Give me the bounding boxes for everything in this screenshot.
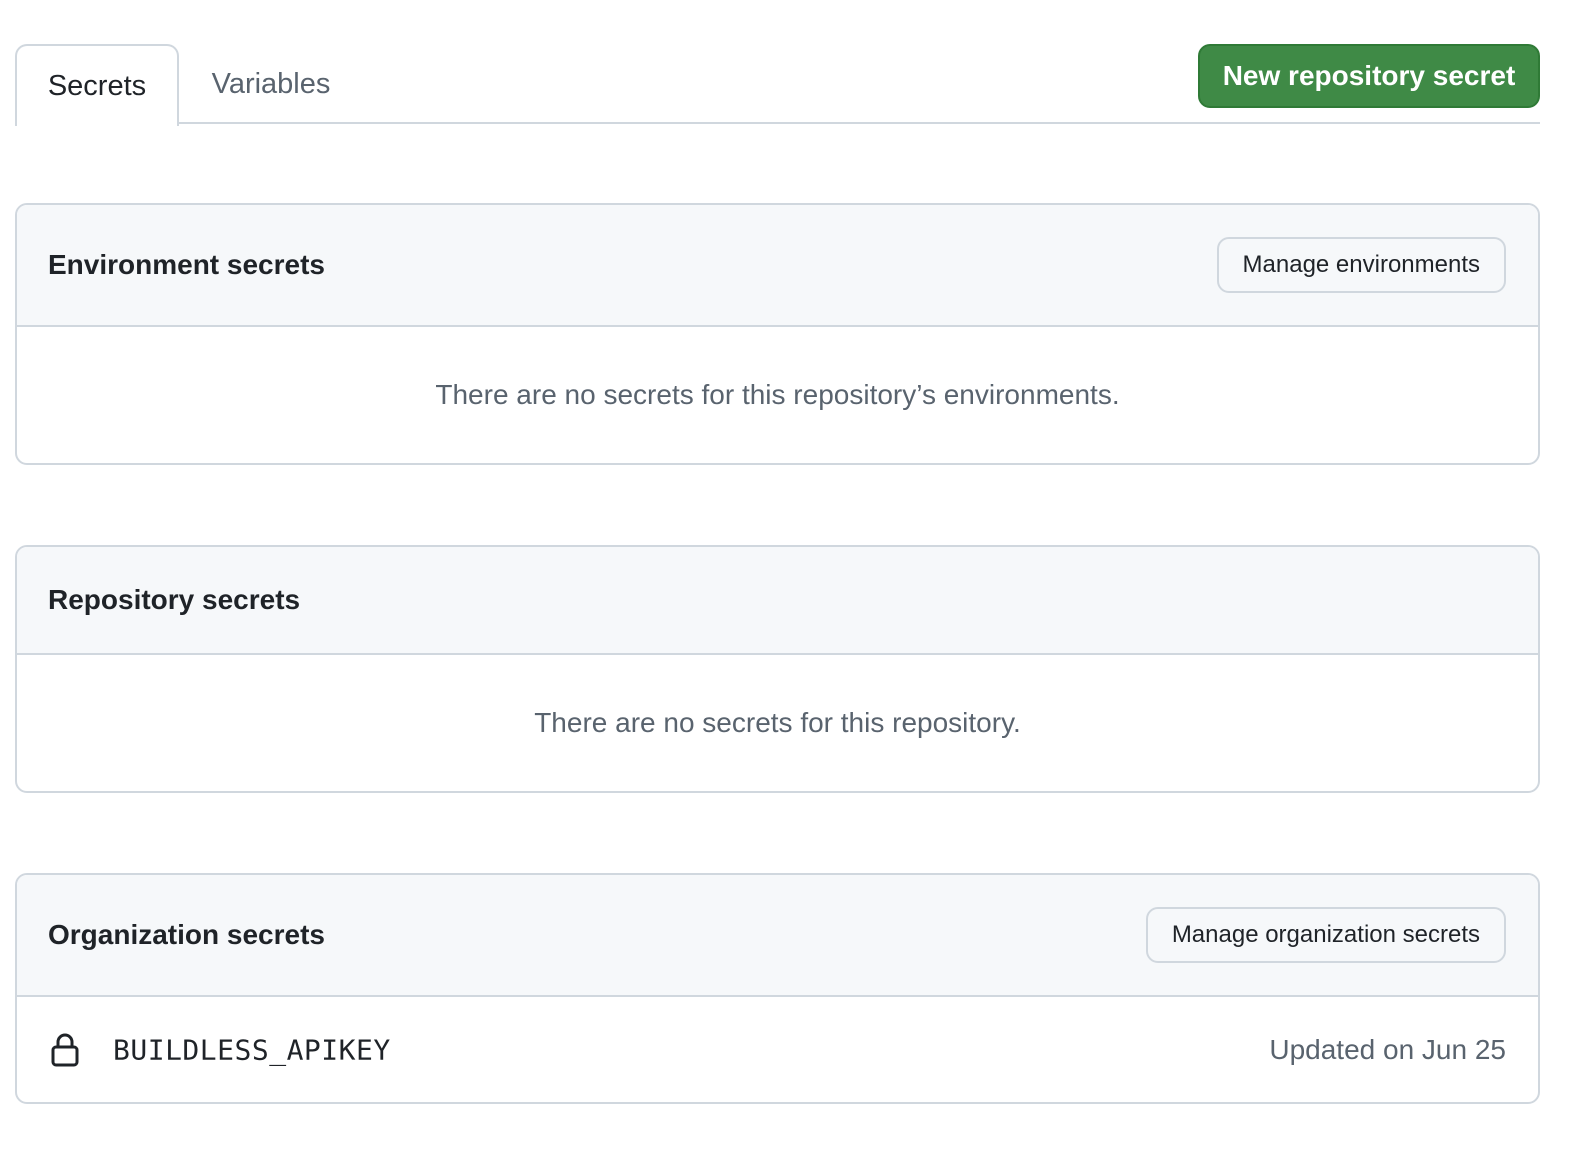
environment-secrets-header: Environment secrets Manage environments: [17, 205, 1538, 327]
repository-secrets-header: Repository secrets: [17, 547, 1538, 655]
organization-secrets-box: Organization secrets Manage organization…: [15, 873, 1540, 1104]
secret-row: BUILDLESS_APIKEY Updated on Jun 25: [17, 997, 1538, 1102]
repository-secrets-box: Repository secrets There are no secrets …: [15, 545, 1540, 793]
tab-variables[interactable]: Variables: [185, 44, 357, 124]
tab-secrets[interactable]: Secrets: [15, 44, 179, 126]
environment-secrets-empty-message: There are no secrets for this repository…: [435, 379, 1120, 410]
lock-icon: [51, 1033, 79, 1066]
secret-name: BUILDLESS_APIKEY: [113, 1033, 391, 1066]
manage-organization-secrets-button[interactable]: Manage organization secrets: [1145, 907, 1506, 963]
environment-secrets-title: Environment secrets: [48, 249, 325, 280]
repository-secrets-empty-message: There are no secrets for this repository…: [534, 707, 1021, 738]
secret-updated-date: Updated on Jun 25: [1269, 1033, 1506, 1065]
manage-environments-button[interactable]: Manage environments: [1216, 237, 1506, 293]
repository-secrets-title: Repository secrets: [48, 584, 301, 615]
organization-secrets-title: Organization secrets: [48, 919, 325, 950]
secrets-page: Secrets Variables New repository secret …: [0, 0, 1578, 1152]
environment-secrets-box: Environment secrets Manage environments …: [15, 203, 1540, 465]
organization-secrets-header: Organization secrets Manage organization…: [17, 875, 1538, 997]
new-repository-secret-button[interactable]: New repository secret: [1198, 44, 1540, 108]
